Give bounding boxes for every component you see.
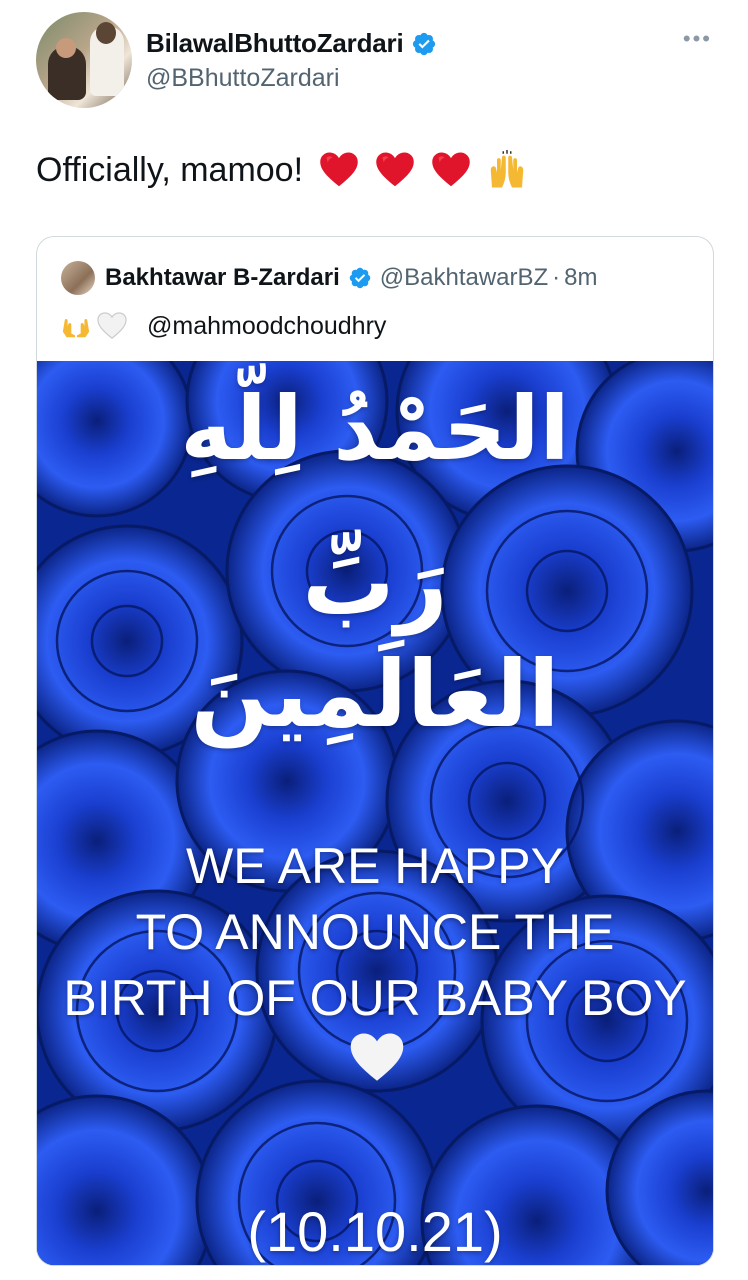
- verified-badge-icon: [349, 267, 370, 289]
- arabic-line-1: الحَمْدُ لِلّهِ: [180, 377, 570, 480]
- verified-badge-icon: [413, 32, 436, 55]
- quoted-tweet[interactable]: Bakhtawar B-Zardari @BakhtawarBZ · 8m @m…: [36, 236, 714, 1266]
- quoted-author-avatar[interactable]: [61, 261, 95, 295]
- quoted-author-name[interactable]: Bakhtawar B-Zardari: [105, 264, 340, 292]
- red-heart-icon: [375, 150, 415, 190]
- tweet-text: Officially, mamoo!: [36, 150, 527, 190]
- palms-up-together-icon: [61, 311, 91, 341]
- mention-link[interactable]: @mahmoodchoudhry: [147, 312, 386, 341]
- more-icon[interactable]: •••: [683, 26, 712, 52]
- author-name-row[interactable]: BilawalBhuttoZardari: [146, 28, 437, 59]
- quoted-tweet-image[interactable]: الحَمْدُ لِلّهِ رَبِّ العَالَمِينَ WE AR…: [37, 361, 713, 1265]
- quoted-separator: ·: [552, 264, 561, 291]
- blue-roses-background: [37, 361, 713, 1265]
- tweet-text-content: Officially, mamoo!: [36, 150, 304, 189]
- red-heart-icon: [319, 150, 359, 190]
- author-handle[interactable]: @BBhuttoZardari: [146, 64, 340, 93]
- quoted-tweet-text: @mahmoodchoudhry: [61, 311, 386, 341]
- quoted-author-handle[interactable]: @BakhtawarBZ: [380, 264, 548, 292]
- raising-hands-icon: [487, 150, 527, 190]
- announcement-line-3: BIRTH OF OUR BABY BOY: [63, 970, 687, 1026]
- red-heart-icon: [431, 150, 471, 190]
- white-heart-icon: [97, 311, 127, 341]
- quoted-tweet-header[interactable]: Bakhtawar B-Zardari @BakhtawarBZ · 8m: [61, 261, 598, 295]
- white-heart-icon: [350, 1033, 404, 1081]
- announcement-line-2: TO ANNOUNCE THE: [135, 904, 615, 960]
- arabic-line-3: العَالَمِينَ: [190, 641, 560, 748]
- announcement-line-1: WE ARE HAPPY: [186, 838, 564, 894]
- quoted-timestamp[interactable]: 8m: [564, 264, 597, 292]
- announcement-text: WE ARE HAPPY TO ANNOUNCE THE BIRTH OF OU…: [37, 833, 713, 1031]
- birth-date: (10.10.21): [247, 1200, 503, 1263]
- author-avatar[interactable]: [36, 12, 132, 108]
- author-display-name[interactable]: BilawalBhuttoZardari: [146, 28, 404, 59]
- arabic-line-2: رَبِّ: [302, 529, 448, 636]
